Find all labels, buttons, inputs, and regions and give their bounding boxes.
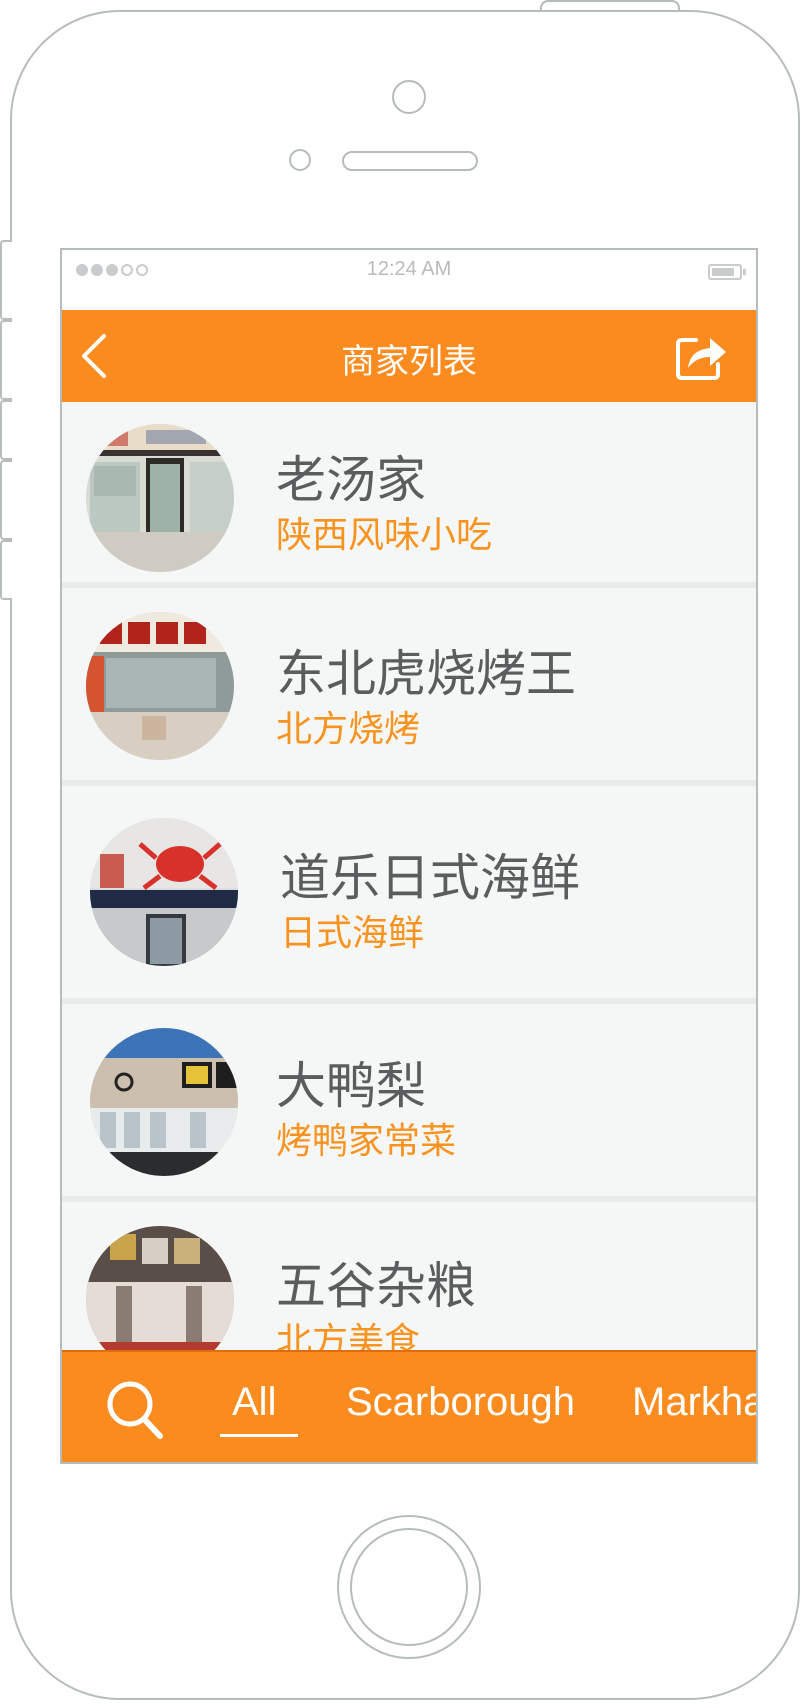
phone-side-button <box>0 460 12 540</box>
restaurant-photo <box>90 818 238 966</box>
active-tab-indicator <box>220 1434 298 1437</box>
restaurant-name: 大鸭梨 <box>276 1057 426 1115</box>
list-item[interactable]: 道乐日式海鲜 日式海鲜 <box>62 786 756 998</box>
restaurant-photo <box>86 1226 234 1352</box>
chevron-left-icon <box>82 334 106 378</box>
phone-speaker <box>342 151 478 171</box>
list-item[interactable]: 五谷杂粮 北方美食 <box>62 1202 756 1352</box>
tab-markham[interactable]: Markham <box>632 1380 756 1425</box>
restaurant-photo <box>86 424 234 572</box>
restaurant-photo <box>90 1028 238 1176</box>
navbar: 商家列表 <box>62 310 756 402</box>
phone-side-button <box>0 400 12 460</box>
restaurant-category: 北方烧烤 <box>276 709 421 750</box>
share-icon <box>676 338 726 380</box>
list-item[interactable]: 东北虎烧烤王 北方烧烤 <box>62 588 756 780</box>
restaurant-name: 道乐日式海鲜 <box>280 849 580 907</box>
restaurant-category: 陕西风味小吃 <box>276 515 493 556</box>
page-title: 商家列表 <box>341 342 477 382</box>
restaurant-category: 北方美食 <box>276 1321 421 1352</box>
home-button[interactable] <box>337 1515 481 1659</box>
restaurant-name: 东北虎烧烤王 <box>276 645 576 703</box>
status-bar: 12:24 AM <box>62 250 756 310</box>
phone-side-button <box>0 240 12 320</box>
phone-side-button <box>0 540 12 600</box>
app-screen: 12:24 AM 商家列表 老汤家 陕西风味小吃 东北虎烧烤王 北方烧烤 道乐日… <box>60 248 758 1464</box>
share-button[interactable] <box>674 330 730 382</box>
search-icon <box>107 1381 163 1439</box>
location-tab-bar: All Scarborough Markham <box>62 1350 756 1462</box>
phone-camera <box>392 80 426 114</box>
tab-scarborough[interactable]: Scarborough <box>346 1380 575 1425</box>
phone-side-button <box>0 320 12 400</box>
list-item[interactable]: 大鸭梨 烤鸭家常菜 <box>62 1004 756 1196</box>
battery-icon <box>708 264 746 280</box>
restaurant-category: 日式海鲜 <box>280 913 425 954</box>
restaurant-list[interactable]: 老汤家 陕西风味小吃 东北虎烧烤王 北方烧烤 道乐日式海鲜 日式海鲜 大鸭梨 烤… <box>62 402 756 1352</box>
search-button[interactable] <box>106 1380 166 1442</box>
back-button[interactable] <box>76 332 116 380</box>
restaurant-category: 烤鸭家常菜 <box>276 1121 457 1162</box>
list-item[interactable]: 老汤家 陕西风味小吃 <box>62 402 756 582</box>
restaurant-name: 老汤家 <box>276 451 426 509</box>
phone-sensor <box>289 149 311 171</box>
restaurant-name: 五谷杂粮 <box>276 1257 476 1315</box>
restaurant-photo <box>86 612 234 760</box>
status-time: 12:24 AM <box>366 258 452 280</box>
tab-all[interactable]: All <box>232 1380 276 1425</box>
